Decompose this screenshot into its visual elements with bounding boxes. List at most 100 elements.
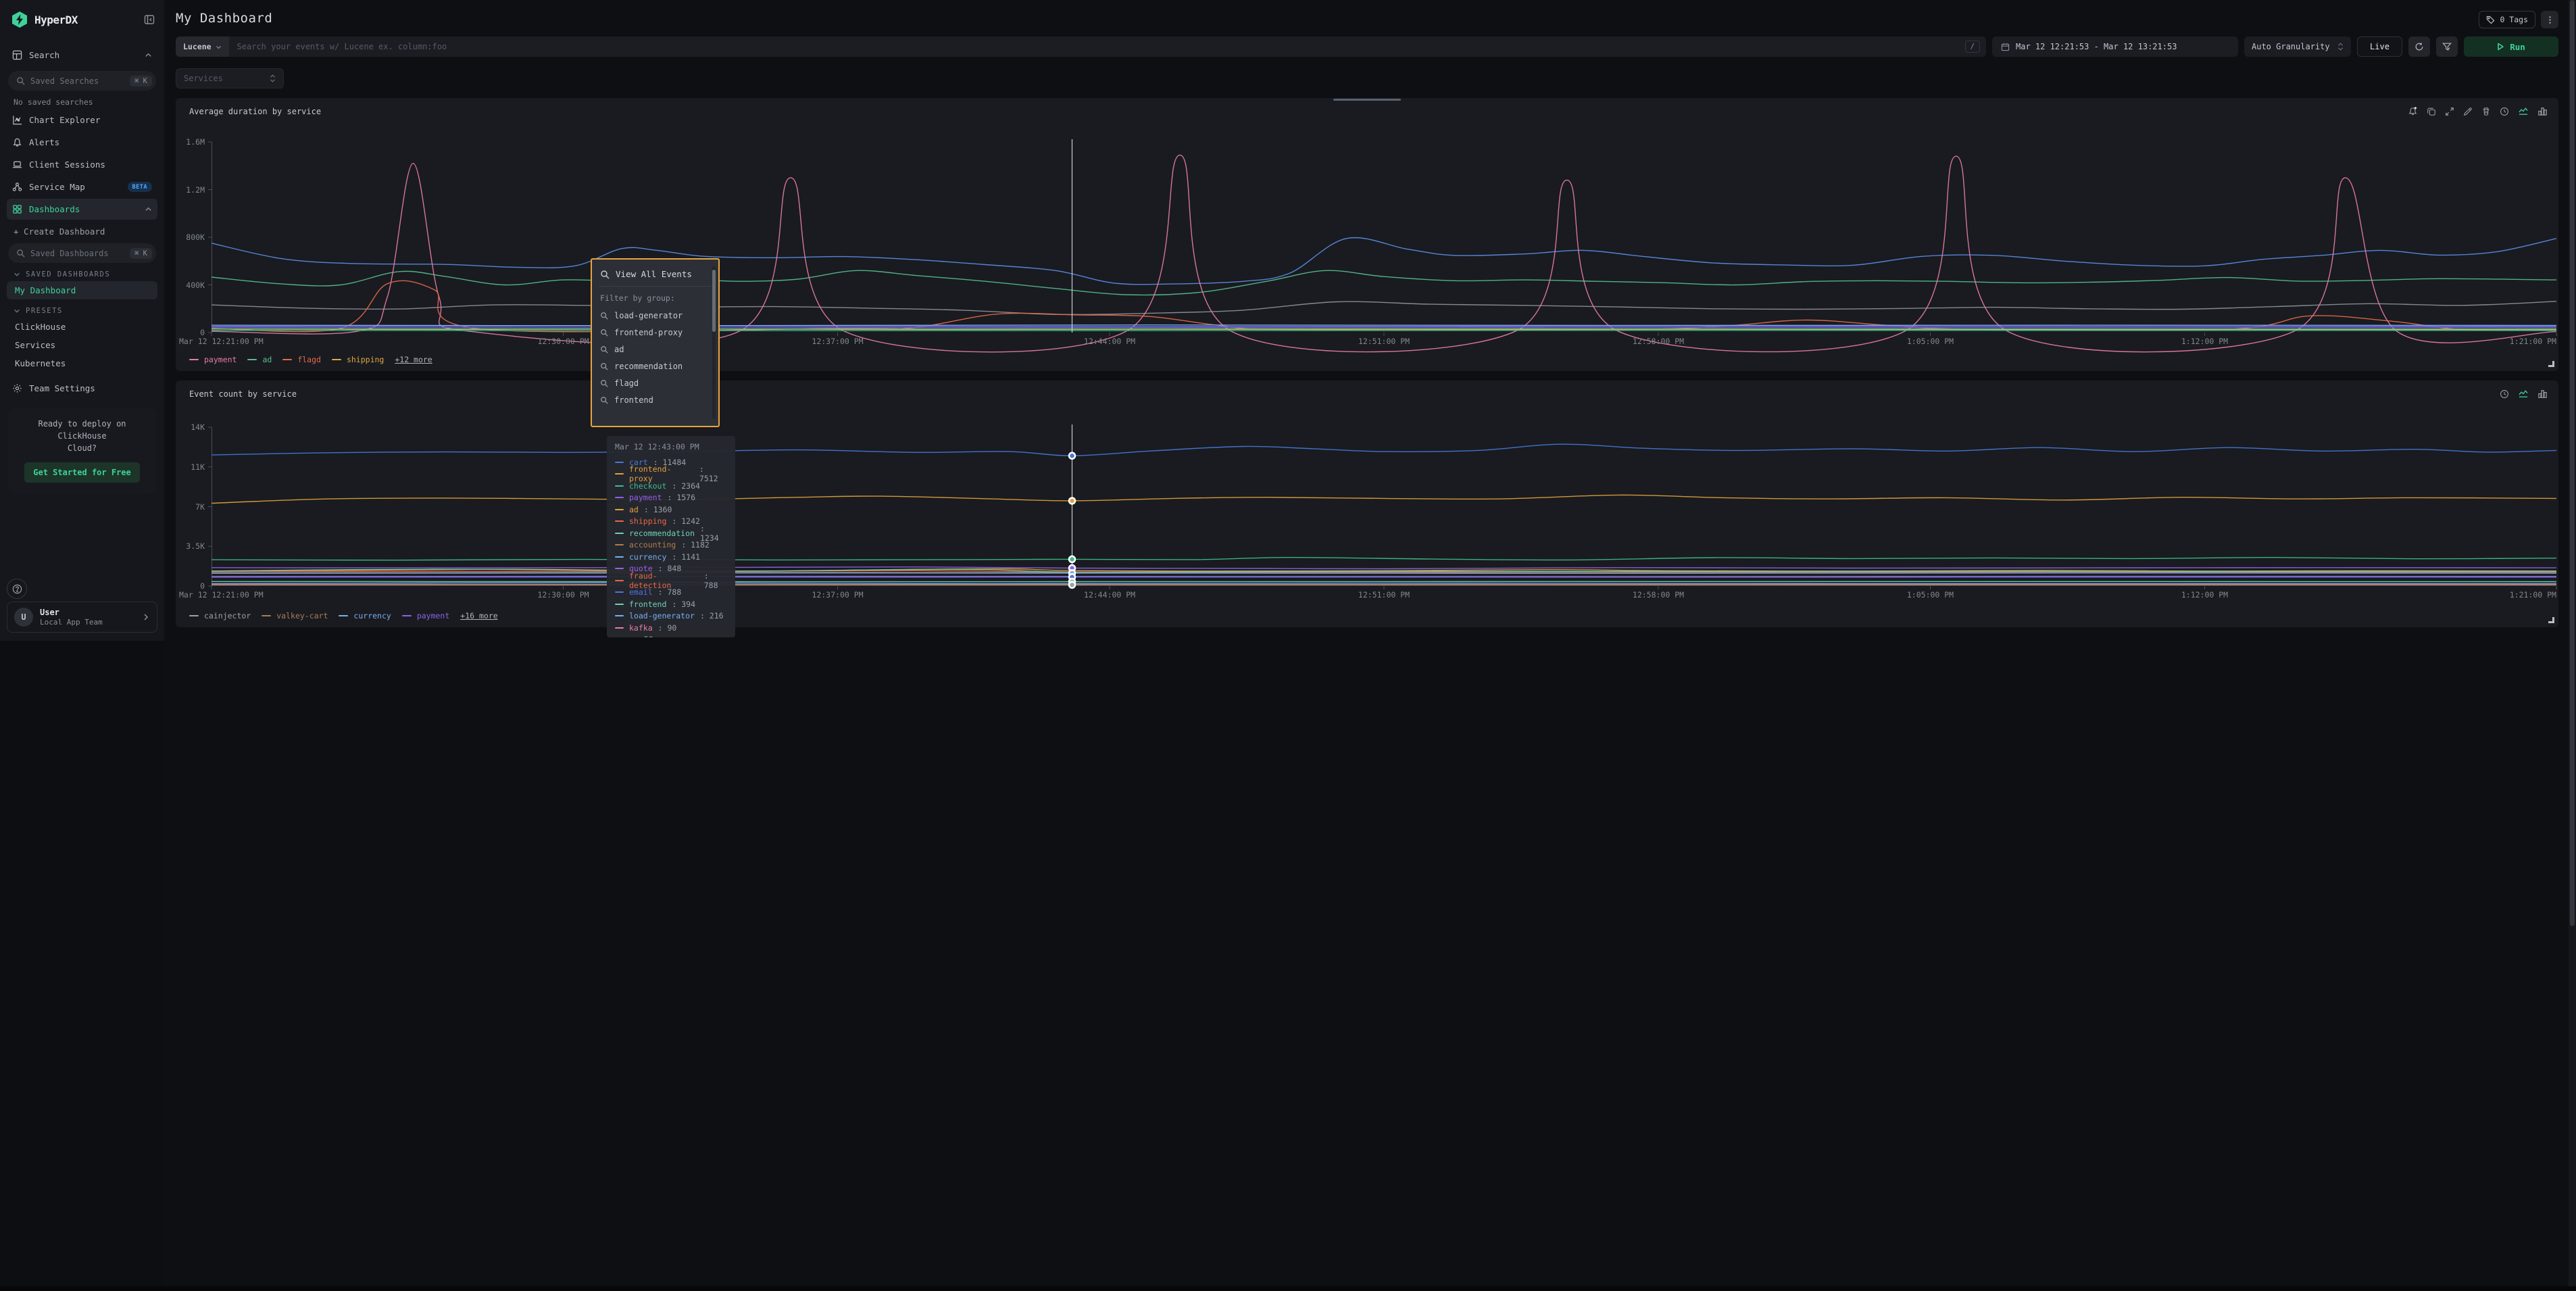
popup-item[interactable]: flagd <box>600 374 710 391</box>
series-value: : 394 <box>672 600 695 609</box>
legend-label: payment <box>417 611 449 620</box>
legend-entry[interactable]: payment <box>402 611 449 620</box>
legend-label: shipping <box>347 355 384 364</box>
popup-scrollbar-thumb[interactable] <box>712 270 716 332</box>
popup-item[interactable]: ad <box>600 341 710 358</box>
legend-entry[interactable]: currency <box>339 611 391 620</box>
line-chart-icon[interactable] <box>2518 389 2529 399</box>
search-icon <box>600 270 610 279</box>
user-menu[interactable]: U User Local App Team <box>7 602 157 633</box>
event-search-bar[interactable]: Lucene Search your events w/ Lucene ex. … <box>176 36 1986 57</box>
run-button[interactable]: Run <box>2464 36 2558 57</box>
legend-entry[interactable]: cainjector <box>189 611 251 620</box>
popup-item[interactable]: load-generator <box>600 307 710 324</box>
collapse-sidebar-icon[interactable] <box>144 14 155 25</box>
series-value: : 216 <box>700 611 724 620</box>
series-line-ad <box>212 270 2556 295</box>
x-axis: Mar 12 12:21:00 PM12:30:00 PM12:37:00 PM… <box>212 590 2556 601</box>
granularity-select[interactable]: Auto Granularity <box>2244 36 2351 57</box>
bar-chart-icon[interactable] <box>2537 389 2548 399</box>
legend-entry[interactable]: payment <box>189 355 237 364</box>
series-name: recommendation <box>629 529 695 538</box>
services-filter-select[interactable]: Services <box>176 68 284 89</box>
search-input[interactable]: Search your events w/ Lucene ex. column:… <box>229 42 1965 51</box>
x-tick-label: 1:05:00 PM <box>1907 337 1954 346</box>
sidebar-item-team-settings[interactable]: Team Settings <box>7 378 157 399</box>
popup-scrollbar[interactable] <box>712 266 716 419</box>
y-tick-label: 3.5K <box>186 541 205 551</box>
legend-entry[interactable]: flagd <box>282 355 321 364</box>
dashboards-grid-icon <box>12 204 22 214</box>
sidebar-item-clickhouse[interactable]: ClickHouse <box>7 318 157 336</box>
delete-icon[interactable] <box>2481 107 2491 116</box>
date-range-picker[interactable]: Mar 12 12:21:53 - Mar 12 13:21:53 <box>1992 36 2238 57</box>
user-name: User <box>40 608 135 617</box>
tooltip-row: frontend-proxy: 7512 <box>615 468 727 481</box>
line-chart-icon[interactable] <box>2518 106 2529 116</box>
view-all-events-button[interactable]: View All Events <box>600 266 710 286</box>
sidebar-item-alerts[interactable]: Alerts <box>7 132 157 153</box>
title-actions: 0 Tags <box>2479 11 2558 28</box>
series-name: ad <box>629 505 639 514</box>
series-dash <box>615 604 624 605</box>
page-scrollbar-thumb[interactable] <box>2570 0 2575 926</box>
duplicate-icon[interactable] <box>2427 107 2436 116</box>
sidebar-item-client-sessions[interactable]: Client Sessions <box>7 154 157 175</box>
create-dashboard-button[interactable]: + Create Dashboard <box>7 220 157 238</box>
alert-add-icon[interactable] <box>2408 106 2418 116</box>
popup-item-label: frontend <box>614 395 653 405</box>
series-line-series-blue <box>212 238 2556 285</box>
get-started-button[interactable]: Get Started for Free <box>24 462 140 483</box>
sidebar-item-my-dashboard[interactable]: My Dashboard <box>7 281 157 299</box>
language-select[interactable]: Lucene <box>176 36 229 57</box>
expand-icon[interactable] <box>2445 107 2454 116</box>
help-button[interactable] <box>7 579 27 599</box>
series-name: shipping <box>629 516 666 526</box>
chart-legend: cainjector valkey-cart currency payment +16 … <box>189 611 498 620</box>
popup-item[interactable]: recommendation <box>600 358 710 374</box>
bar-chart-icon[interactable] <box>2537 106 2548 116</box>
main-content: My Dashboard 0 Tags Lucene Search your e… <box>164 0 2569 1286</box>
refresh-button[interactable] <box>2408 36 2430 57</box>
saved-searches-input[interactable]: Saved Searches ⌘ K <box>8 71 156 91</box>
series-dash <box>615 615 624 616</box>
legend-entry[interactable]: shipping <box>332 355 384 364</box>
user-meta: User Local App Team <box>40 608 135 627</box>
sidebar-item-chart-explorer[interactable]: Chart Explorer <box>7 109 157 130</box>
card-drag-handle[interactable] <box>1333 99 1401 101</box>
saved-dashboards-section-header[interactable]: SAVED DASHBOARDS <box>7 263 157 281</box>
legend-more-link[interactable]: +16 more <box>460 611 497 620</box>
sidebar-item-dashboards[interactable]: Dashboards <box>7 199 157 220</box>
tags-button[interactable]: 0 Tags <box>2479 11 2535 28</box>
more-options-button[interactable] <box>2541 11 2558 28</box>
time-icon[interactable] <box>2500 389 2509 399</box>
hover-dot <box>1069 556 1075 562</box>
presets-section-header[interactable]: PRESETS <box>7 299 157 318</box>
series-name: kafka <box>629 623 653 633</box>
legend-more-link[interactable]: +12 more <box>395 355 432 364</box>
sidebar-item-service-map[interactable]: Service Map BETA <box>7 176 157 197</box>
series-line-series-blue2 <box>212 327 2556 328</box>
sidebar-item-kubernetes[interactable]: Kubernetes <box>7 354 157 372</box>
chart-card-avg-duration: Average duration by service 1.6M1.2M800K… <box>176 98 2558 371</box>
sidebar-item-services[interactable]: Services <box>7 336 157 354</box>
edit-icon[interactable] <box>2463 107 2473 116</box>
popup-item[interactable]: frontend <box>600 391 710 408</box>
card-resize-handle[interactable] <box>2548 361 2554 367</box>
hyperdx-logo <box>11 11 28 28</box>
card-resize-handle[interactable] <box>2548 617 2554 623</box>
series-line-flagd <box>212 281 2556 332</box>
live-button[interactable]: Live <box>2357 36 2402 57</box>
page-scrollbar[interactable] <box>2569 0 2576 1286</box>
popup-item[interactable]: frontend-proxy <box>600 324 710 341</box>
legend-entry[interactable]: valkey-cart <box>262 611 328 620</box>
filter-button[interactable] <box>2436 36 2458 57</box>
view-all-events-label: View All Events <box>616 269 692 279</box>
popup-item-label: flagd <box>614 379 639 388</box>
time-icon[interactable] <box>2500 107 2509 116</box>
legend-entry[interactable]: ad <box>247 355 272 364</box>
x-tick-label: 12:58:00 PM <box>1633 337 1684 346</box>
sidebar-item-search[interactable]: Search <box>7 45 157 66</box>
saved-dashboards-input[interactable]: Saved Dashboards ⌘ K <box>8 243 156 263</box>
series-line-series-gray <box>212 301 2556 315</box>
